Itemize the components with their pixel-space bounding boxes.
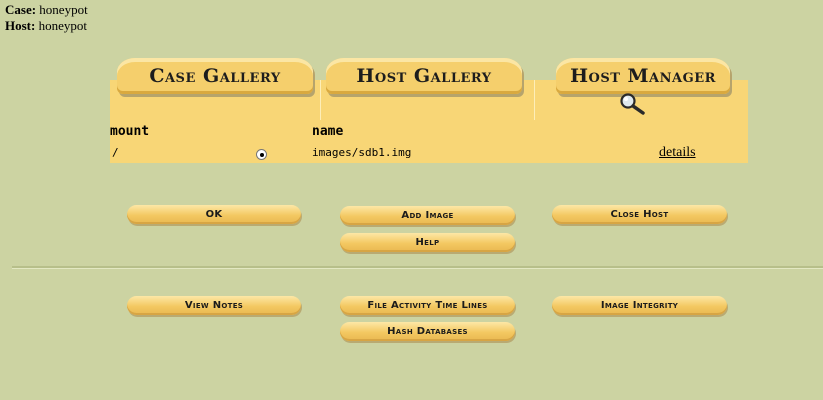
cell-mount: / bbox=[112, 146, 119, 159]
column-header-name: name bbox=[312, 124, 344, 139]
add-image-button[interactable]: Add Image bbox=[340, 206, 515, 225]
host-line: Host: honeypot bbox=[5, 18, 88, 34]
tab-separator bbox=[534, 80, 535, 120]
image-table: mount name / images/sdb1.img details bbox=[110, 120, 748, 163]
file-activity-time-lines-button[interactable]: File Activity Time Lines bbox=[340, 296, 515, 315]
help-button[interactable]: Help bbox=[340, 233, 515, 252]
host-label: Host: bbox=[5, 18, 36, 33]
divider bbox=[12, 266, 823, 269]
image-integrity-button[interactable]: Image Integrity bbox=[552, 296, 727, 315]
tab-host-gallery[interactable]: Host Gallery bbox=[326, 58, 522, 94]
host-value: honeypot bbox=[38, 18, 87, 33]
details-link[interactable]: details bbox=[659, 145, 696, 161]
cell-name: images/sdb1.img bbox=[312, 146, 412, 159]
magnifier-icon bbox=[620, 93, 645, 115]
case-value: honeypot bbox=[39, 2, 88, 17]
case-line: Case: honeypot bbox=[5, 2, 88, 18]
ok-button[interactable]: OK bbox=[127, 205, 301, 224]
select-radio[interactable] bbox=[256, 149, 267, 160]
close-host-button[interactable]: Close Host bbox=[552, 205, 727, 224]
column-header-mount: mount bbox=[110, 124, 150, 139]
header-info: Case: honeypot Host: honeypot bbox=[5, 2, 88, 34]
view-notes-button[interactable]: View Notes bbox=[127, 296, 301, 315]
tab-case-gallery[interactable]: Case Gallery bbox=[117, 58, 313, 94]
tab-separator bbox=[320, 80, 321, 120]
tab-host-manager[interactable]: Host Manager bbox=[556, 58, 730, 94]
hash-databases-button[interactable]: Hash Databases bbox=[340, 322, 515, 341]
case-label: Case: bbox=[5, 2, 37, 17]
